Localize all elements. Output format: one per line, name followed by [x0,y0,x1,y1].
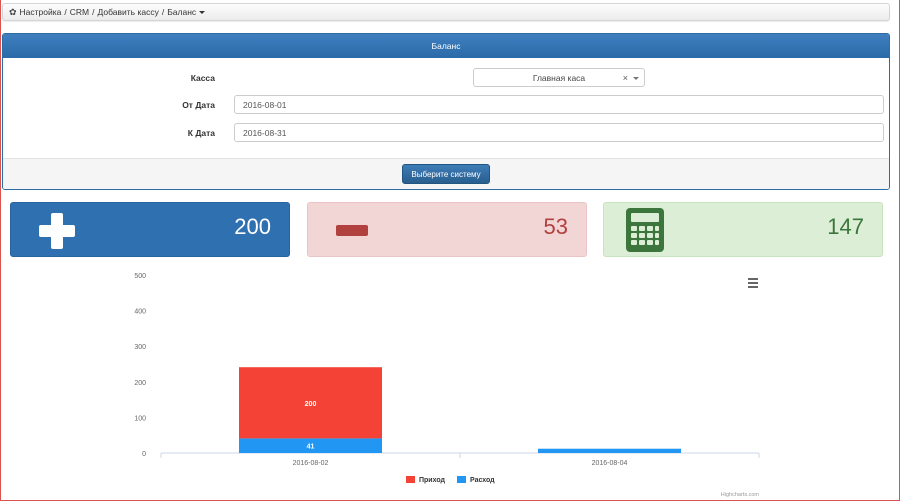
y-tick-label: 400 [134,309,146,316]
income-value: 200 [234,214,271,239]
breadcrumb-separator: / [64,7,67,17]
select-system-button[interactable]: Выберите систему [402,164,490,184]
breadcrumb-separator: / [161,7,165,17]
expense-value: 53 [543,214,568,239]
x-tick-label: 2016-08-04 [592,460,628,467]
kassa-select[interactable]: Главная каса × [473,68,645,87]
chart-credits: Highcharts.com [721,492,760,498]
breadcrumb-item-balance[interactable]: Баланс [167,7,196,17]
calculator-icon [626,208,664,252]
balance-stat-card: 147 [603,202,883,257]
data-label: 200 [305,401,317,408]
panel-title: Баланс [3,34,889,58]
bar-expense [538,448,681,453]
y-tick-label: 200 [134,380,146,387]
chevron-down-icon[interactable] [199,10,206,14]
breadcrumb-separator: / [92,7,95,17]
expense-stat-card: 53 [307,202,587,257]
y-tick-label: 500 [134,273,146,280]
legend-label: Расход [470,477,495,484]
from-date-input[interactable]: 2016-08-01 [234,95,884,114]
y-tick-label: 300 [134,344,146,351]
legend-swatch [406,476,415,483]
breadcrumb-item-add-kassa[interactable]: Добавить кассу [98,7,159,17]
kassa-row: Касса Главная каса × [3,68,889,88]
clear-icon[interactable]: × [623,73,628,83]
y-tick-label: 100 [134,415,146,422]
chevron-down-icon[interactable] [633,77,639,80]
breadcrumb: ✿ Настройка / CRM / Добавить кассу / Бал… [2,3,890,21]
balance-panel: Баланс Касса Главная каса × От Дата 2016… [2,33,890,190]
from-date-row: От Дата 2016-08-01 [3,95,889,115]
legend-swatch [457,476,466,483]
minus-icon [336,225,368,236]
x-tick-label: 2016-08-02 [293,460,329,467]
balance-value: 147 [827,214,864,239]
from-date-label: От Дата [182,100,215,110]
legend-label: Приход [419,477,446,484]
gear-icon: ✿ [9,6,17,17]
breadcrumb-item-settings[interactable]: Настройка [20,7,62,17]
to-date-input[interactable]: 2016-08-31 [234,123,884,142]
to-date-label: К Дата [187,128,215,138]
kassa-label: Касса [190,73,215,83]
balance-chart: 0 100 200 300 400 500 2016-08-02 41 200 2016-08-0… [134,273,760,498]
breadcrumb-item-crm[interactable]: CRM [70,7,89,17]
kassa-select-value: Главная каса [532,72,586,83]
data-label: 41 [307,444,315,451]
panel-footer: Выберите систему [3,158,889,189]
to-date-row: К Дата 2016-08-31 [3,123,889,143]
income-stat-card: 200 [10,202,290,257]
y-tick-label: 0 [142,451,146,458]
